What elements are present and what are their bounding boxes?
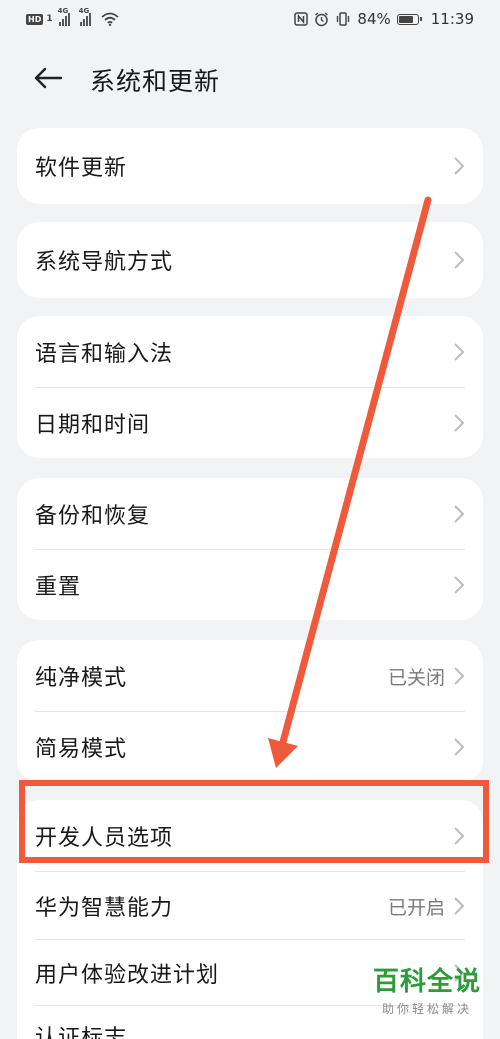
nfc-icon	[294, 12, 309, 26]
row-label: 纯净模式	[35, 666, 128, 691]
battery-icon	[396, 13, 422, 25]
chevron-right-icon	[454, 505, 465, 523]
row-label: 认证标志	[35, 1026, 128, 1039]
row-developer-options[interactable]: 开发人员选项	[17, 800, 483, 872]
chevron-right-icon	[454, 414, 465, 432]
chevron-right-icon	[454, 251, 465, 269]
signal-icon-2: 4G	[79, 7, 91, 26]
status-right: 84% 11:39	[294, 10, 474, 28]
row-huawei-ai[interactable]: 华为智慧能力 已开启	[17, 872, 483, 940]
chevron-right-icon	[454, 827, 465, 845]
sim1-label: 1	[46, 14, 53, 24]
card-language-date: 语言和输入法 日期和时间	[17, 316, 483, 458]
row-label: 备份和恢复	[35, 504, 151, 529]
row-pure-mode[interactable]: 纯净模式 已关闭	[17, 640, 483, 712]
row-value: 已开启	[387, 896, 445, 919]
back-button[interactable]	[30, 62, 66, 94]
battery-percent: 84%	[357, 10, 391, 28]
card-software-update: 软件更新	[17, 128, 483, 204]
row-label: 重置	[35, 575, 82, 600]
header: 系统和更新	[0, 52, 500, 104]
alarm-icon	[315, 11, 329, 26]
row-label: 用户体验改进计划	[35, 963, 220, 988]
row-system-navigation[interactable]: 系统导航方式	[17, 222, 483, 298]
wifi-icon	[101, 12, 119, 26]
page-title: 系统和更新	[90, 67, 221, 96]
hd-badge: HD	[26, 13, 44, 25]
row-language-input[interactable]: 语言和输入法	[17, 316, 483, 388]
arrow-left-icon	[34, 67, 63, 89]
row-label: 系统导航方式	[35, 250, 174, 275]
row-reset[interactable]: 重置	[17, 550, 483, 620]
chevron-right-icon	[454, 667, 465, 685]
watermark-title: 百科全说	[372, 967, 481, 997]
row-simple-mode[interactable]: 简易模式	[17, 712, 483, 782]
chevron-right-icon	[454, 343, 465, 361]
chevron-right-icon	[454, 157, 465, 175]
row-software-update[interactable]: 软件更新	[17, 128, 483, 204]
row-backup-restore[interactable]: 备份和恢复	[17, 478, 483, 550]
chevron-right-icon	[454, 576, 465, 594]
clock: 11:39	[430, 10, 474, 28]
vibrate-icon	[337, 12, 350, 26]
signal-icon: 4G	[58, 7, 70, 26]
row-label: 语言和输入法	[35, 342, 174, 367]
status-left: HD 1 4G 4G	[26, 7, 119, 26]
row-label: 开发人员选项	[35, 826, 174, 851]
watermark-subtitle: 助你轻松解决	[381, 1002, 472, 1016]
row-label: 日期和时间	[35, 413, 151, 438]
watermark-logo: 百科全说 助你轻松解决	[368, 961, 486, 1031]
row-label: 简易模式	[35, 737, 128, 762]
row-label: 华为智慧能力	[35, 896, 174, 921]
row-value: 已关闭	[387, 666, 445, 689]
card-modes: 纯净模式 已关闭 简易模式	[17, 640, 483, 782]
chevron-right-icon	[454, 897, 465, 915]
row-date-time[interactable]: 日期和时间	[17, 388, 483, 458]
status-bar: HD 1 4G 4G 84% 11:39	[0, 0, 500, 38]
chevron-right-icon	[454, 738, 465, 756]
card-navigation: 系统导航方式	[17, 222, 483, 298]
row-label: 软件更新	[35, 156, 128, 181]
card-backup-reset: 备份和恢复 重置	[17, 478, 483, 620]
